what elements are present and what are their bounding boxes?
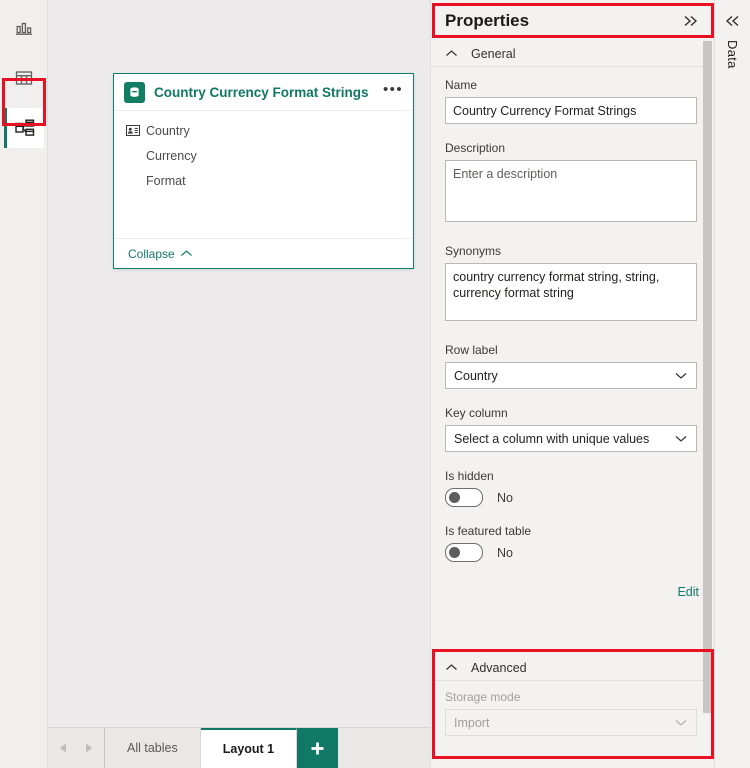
app-root: Country Currency Format Strings ••• Coun… — [0, 0, 750, 768]
sidebar-item-model-view[interactable] — [3, 108, 44, 148]
field-icon-placeholder — [126, 173, 141, 188]
properties-header: Properties — [431, 0, 714, 41]
storage-mode-label: Storage mode — [445, 690, 521, 704]
plus-icon — [311, 742, 324, 754]
field-group-is-featured-table: Is featured table No — [445, 524, 701, 562]
is-featured-table-row: No — [445, 543, 701, 562]
storage-mode-dropdown: Import — [445, 709, 697, 736]
left-nav-rail — [0, 0, 48, 768]
sidebar-item-table-view[interactable] — [4, 58, 44, 98]
scrollbar-thumb[interactable] — [703, 41, 712, 713]
chevron-left-icon[interactable] — [58, 742, 69, 754]
key-column-label: Key column — [445, 406, 508, 420]
properties-scrollbar[interactable] — [703, 41, 712, 751]
is-featured-table-value: No — [497, 545, 513, 560]
toggle-knob — [449, 547, 460, 558]
section-advanced: Advanced Storage mode Import — [431, 655, 714, 748]
is-featured-table-label: Is featured table — [445, 524, 532, 538]
synonyms-textarea[interactable] — [445, 263, 697, 321]
edit-link[interactable]: Edit — [677, 585, 699, 599]
description-textarea[interactable] — [445, 160, 697, 222]
chevron-down-icon — [674, 371, 688, 380]
toggle-knob — [449, 492, 460, 503]
tab-all-tables[interactable]: All tables — [105, 728, 201, 768]
chevron-up-icon — [445, 663, 458, 672]
row-label-label: Row label — [445, 343, 498, 357]
field-label: Country — [146, 123, 190, 138]
field-group-key-column: Key column Select a column with unique v… — [445, 406, 701, 452]
section-advanced-label: Advanced — [471, 660, 527, 675]
synonyms-label: Synonyms — [445, 244, 502, 258]
field-label: Format — [146, 173, 186, 188]
chevron-double-right-icon[interactable] — [682, 14, 700, 28]
row-label-dropdown[interactable]: Country — [445, 362, 697, 389]
data-pane-label[interactable]: Data — [725, 40, 740, 69]
key-column-value: Select a column with unique values — [454, 431, 650, 446]
description-label: Description — [445, 141, 506, 155]
section-advanced-header[interactable]: Advanced — [431, 655, 714, 681]
is-hidden-value: No — [497, 490, 513, 505]
tab-scroll-arrows — [48, 728, 105, 768]
properties-scroll-area: General Name Description Synonyms Row la… — [431, 41, 714, 655]
field-group-name: Name — [445, 78, 701, 124]
row-label-value: Country — [454, 368, 498, 383]
table-card-header[interactable]: Country Currency Format Strings ••• — [114, 74, 413, 111]
field-group-is-hidden: Is hidden No — [445, 469, 701, 507]
chevron-right-icon[interactable] — [83, 742, 94, 754]
chevron-double-left-icon[interactable] — [724, 14, 742, 28]
name-label: Name — [445, 78, 478, 92]
is-hidden-row: No — [445, 488, 701, 507]
table-card-title: Country Currency Format Strings — [154, 84, 369, 100]
is-hidden-toggle[interactable] — [445, 488, 483, 507]
row-label-card-icon — [126, 123, 141, 138]
table-card-collapse-button[interactable]: Collapse — [114, 238, 413, 268]
data-pane-rail: Data — [714, 0, 750, 768]
key-column-dropdown[interactable]: Select a column with unique values — [445, 425, 697, 452]
field-icon-placeholder — [126, 148, 141, 163]
table-card-field-list: Country Currency Format — [114, 111, 413, 238]
list-item[interactable]: Format — [114, 168, 413, 193]
table-card[interactable]: Country Currency Format Strings ••• Coun… — [113, 73, 414, 269]
table-grid-icon — [13, 67, 35, 89]
table-database-icon — [124, 81, 145, 103]
is-featured-table-toggle[interactable] — [445, 543, 483, 562]
storage-mode-value: Import — [454, 715, 490, 730]
model-diagram-icon — [13, 116, 37, 140]
field-group-description: Description — [445, 141, 701, 227]
chevron-down-icon — [674, 718, 688, 727]
add-layout-button[interactable] — [297, 728, 339, 768]
field-group-row-label: Row label Country — [445, 343, 701, 389]
list-item[interactable]: Currency — [114, 143, 413, 168]
list-item[interactable]: Country — [114, 118, 413, 143]
bar-chart-icon — [13, 17, 35, 39]
advanced-form: Storage mode Import — [431, 681, 714, 748]
chevron-up-icon — [445, 49, 458, 58]
tab-label: All tables — [127, 741, 178, 755]
chevron-down-icon — [674, 434, 688, 443]
edit-row: Edit — [431, 579, 714, 607]
field-label: Currency — [146, 148, 197, 163]
collapse-label: Collapse — [128, 246, 175, 261]
page-title: Properties — [445, 10, 530, 30]
tab-layout-1[interactable]: Layout 1 — [200, 728, 298, 768]
is-hidden-label: Is hidden — [445, 469, 494, 483]
sidebar-item-report-view[interactable] — [4, 8, 44, 48]
chevron-up-icon — [180, 249, 193, 258]
properties-pane: Properties General Name Country Currency… — [430, 0, 714, 768]
general-form: Name Description Synonyms Row label Coun… — [431, 67, 714, 562]
name-input[interactable] — [445, 97, 697, 124]
section-general-header[interactable]: General — [431, 41, 714, 67]
tab-label: Layout 1 — [222, 742, 275, 756]
model-canvas[interactable]: Country Currency Format Strings ••• Coun… — [48, 0, 430, 727]
section-general-label: General — [471, 46, 516, 61]
table-card-more-options-button[interactable]: ••• — [381, 82, 405, 100]
field-group-synonyms: Synonyms — [445, 244, 701, 326]
